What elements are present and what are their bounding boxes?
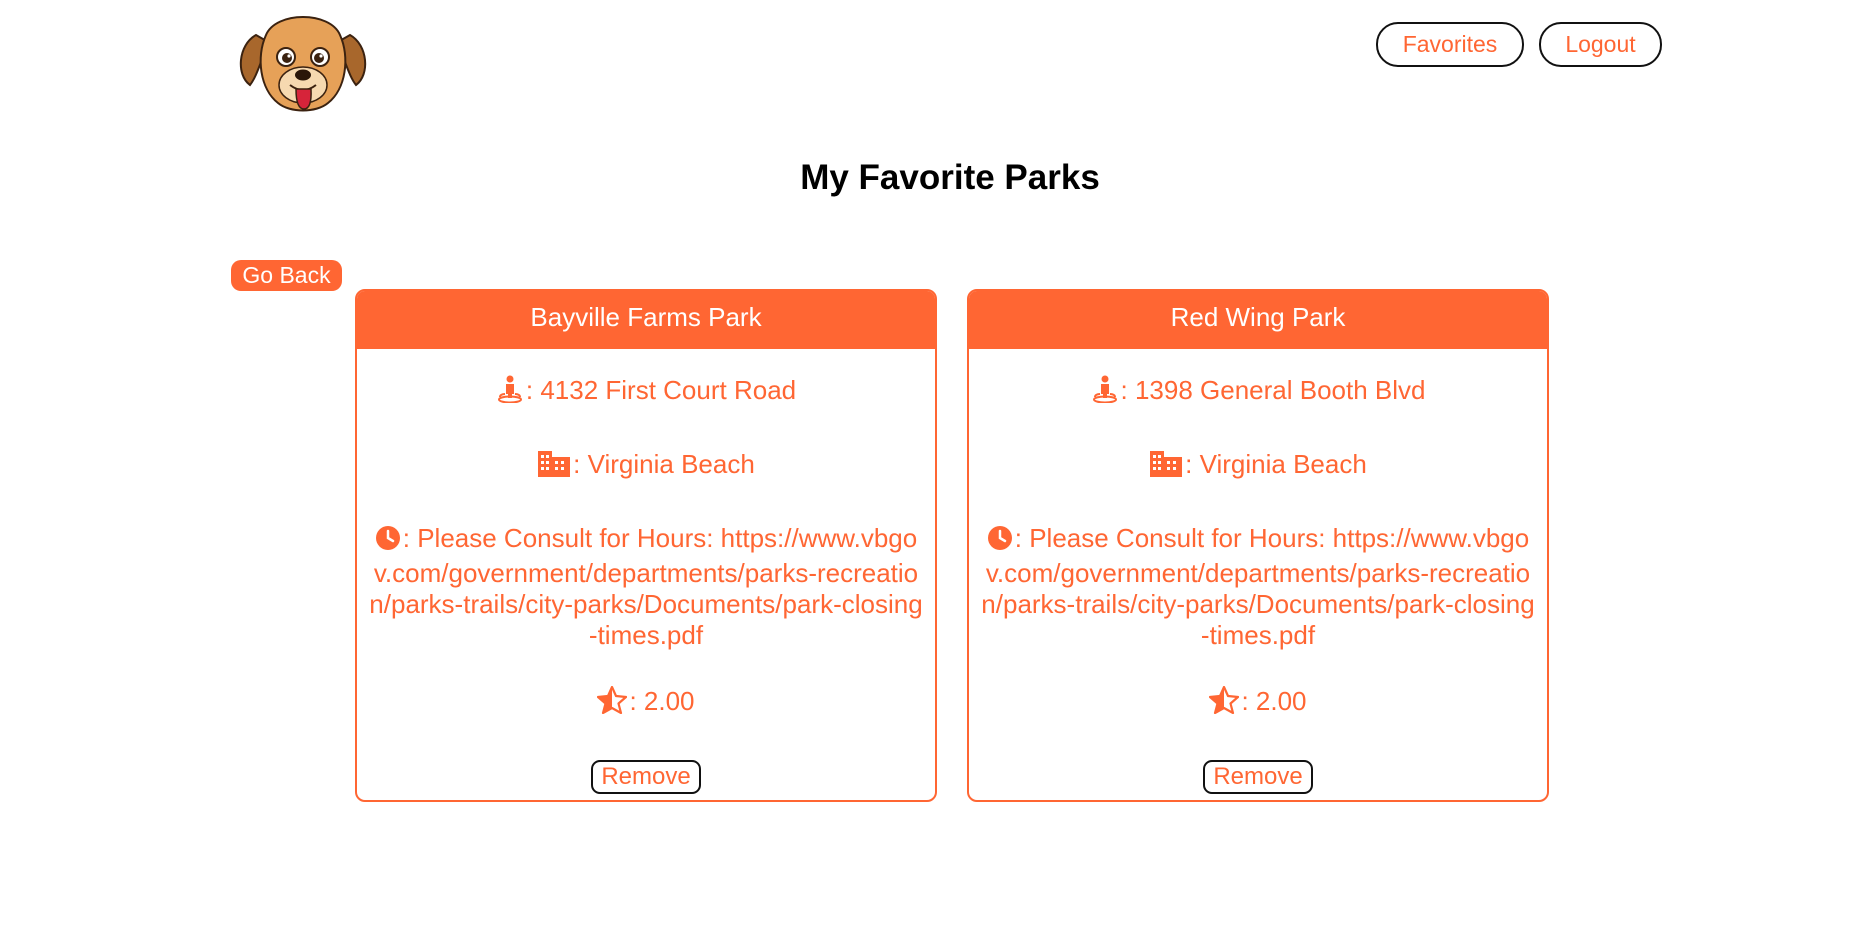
page-title: My Favorite Parks	[800, 158, 1100, 197]
city-text: : Virginia Beach	[1185, 449, 1367, 479]
city-buildings-icon	[537, 449, 571, 484]
city-text: : Virginia Beach	[573, 449, 755, 479]
park-card: Bayville Farms Park : 4132 First Court R…	[355, 289, 937, 802]
person-location-icon	[496, 375, 524, 410]
park-rating: : 2.00	[981, 685, 1535, 721]
park-address: : 1398 General Booth Blvd	[981, 375, 1535, 410]
hours-text: : Please Consult for Hours: https://www.…	[981, 523, 1535, 650]
dog-logo-icon[interactable]	[236, 5, 370, 117]
address-text: : 4132 First Court Road	[525, 375, 797, 405]
go-back-button[interactable]: Go Back	[231, 260, 342, 291]
park-city: : Virginia Beach	[369, 449, 923, 484]
rating-text: : 2.00	[629, 686, 695, 716]
city-buildings-icon	[1149, 449, 1183, 484]
logout-button[interactable]: Logout	[1539, 22, 1662, 67]
park-rating: : 2.00	[369, 685, 923, 721]
half-star-icon	[1209, 685, 1240, 721]
park-address: : 4132 First Court Road	[369, 375, 923, 410]
address-text: : 1398 General Booth Blvd	[1120, 375, 1426, 405]
park-name: Bayville Farms Park	[357, 291, 935, 349]
rating-text: : 2.00	[1241, 686, 1307, 716]
park-city: : Virginia Beach	[981, 449, 1535, 484]
person-location-icon	[1091, 375, 1119, 410]
clock-icon	[375, 525, 401, 558]
remove-button[interactable]: Remove	[1203, 760, 1313, 794]
remove-button[interactable]: Remove	[591, 760, 701, 794]
favorites-button[interactable]: Favorites	[1376, 22, 1524, 67]
half-star-icon	[597, 685, 628, 721]
park-hours: : Please Consult for Hours: https://www.…	[369, 523, 923, 651]
park-hours: : Please Consult for Hours: https://www.…	[981, 523, 1535, 651]
park-card: Red Wing Park : 1398 General Booth Blvd	[967, 289, 1549, 802]
clock-icon	[987, 525, 1013, 558]
park-name: Red Wing Park	[969, 291, 1547, 349]
page: Favorites Logout My Favorite Parks Go Ba…	[0, 0, 1858, 932]
hours-text: : Please Consult for Hours: https://www.…	[369, 523, 923, 650]
